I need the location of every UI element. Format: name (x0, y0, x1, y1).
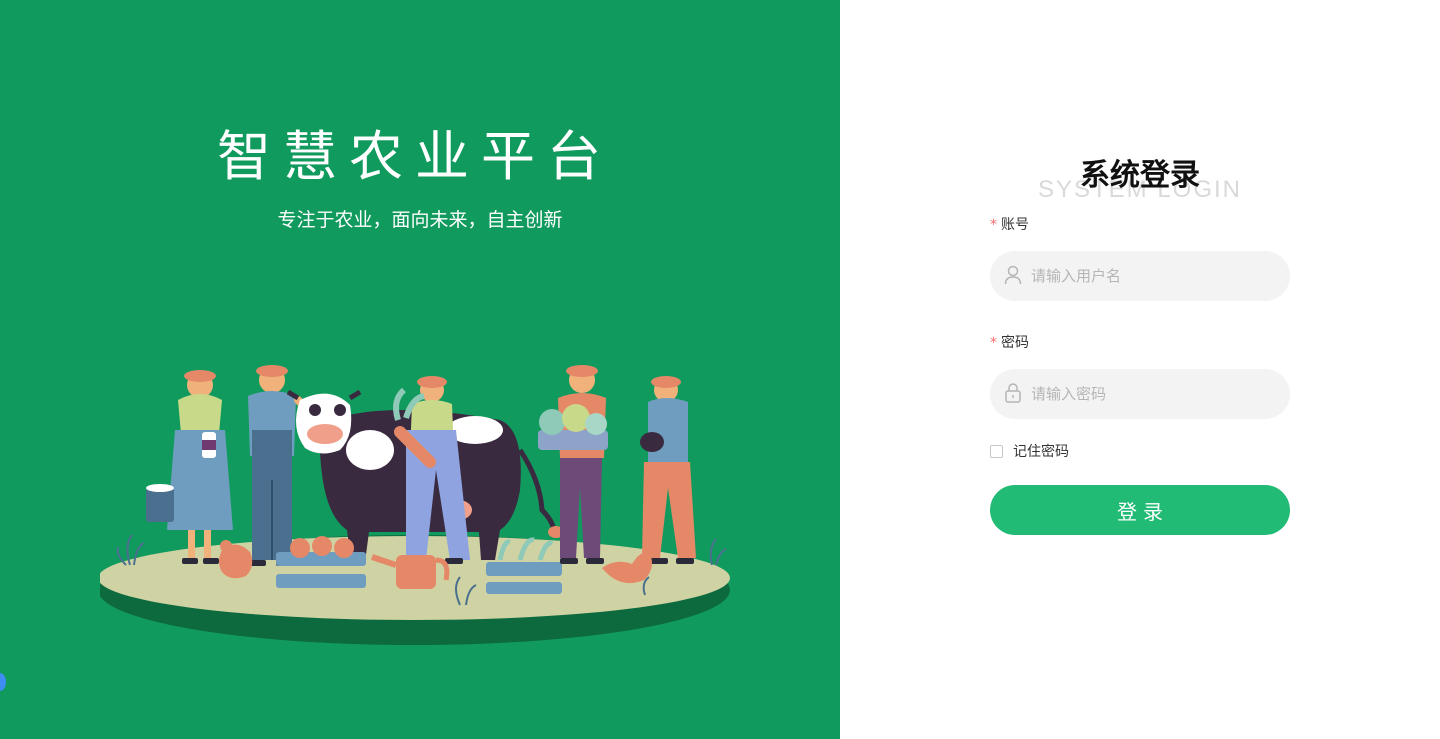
required-mark: * (990, 335, 997, 351)
farmers-illustration (100, 365, 730, 645)
remember-password-option[interactable]: 记住密码 (990, 442, 1069, 460)
password-label: * 密码 (990, 332, 1029, 352)
login-page: 智慧农业平台 专注于农业，面向未来，自主创新 SYSTEM LOGIN 系统登录… (0, 0, 1440, 739)
remember-checkbox[interactable] (990, 444, 1003, 458)
password-input-wrapper[interactable] (990, 369, 1290, 419)
login-title: 系统登录 (1080, 158, 1200, 193)
account-input[interactable] (1031, 251, 1271, 301)
login-button[interactable]: 登录 (990, 485, 1290, 535)
account-label-text: 账号 (1001, 217, 1029, 233)
required-mark: * (990, 217, 997, 233)
user-icon (1004, 265, 1022, 285)
remember-label[interactable]: 记住密码 (1013, 441, 1069, 461)
edge-indicator-dot (0, 673, 6, 691)
lock-icon (1005, 383, 1021, 403)
brand-title: 智慧农业平台 (217, 125, 613, 188)
password-input[interactable] (1031, 369, 1271, 419)
brand-subtitle: 专注于农业，面向未来，自主创新 (277, 209, 563, 231)
brand-panel: 智慧农业平台 专注于农业，面向未来，自主创新 (0, 0, 840, 739)
password-label-text: 密码 (1001, 335, 1029, 351)
account-label: * 账号 (990, 214, 1029, 234)
account-input-wrapper[interactable] (990, 251, 1290, 301)
